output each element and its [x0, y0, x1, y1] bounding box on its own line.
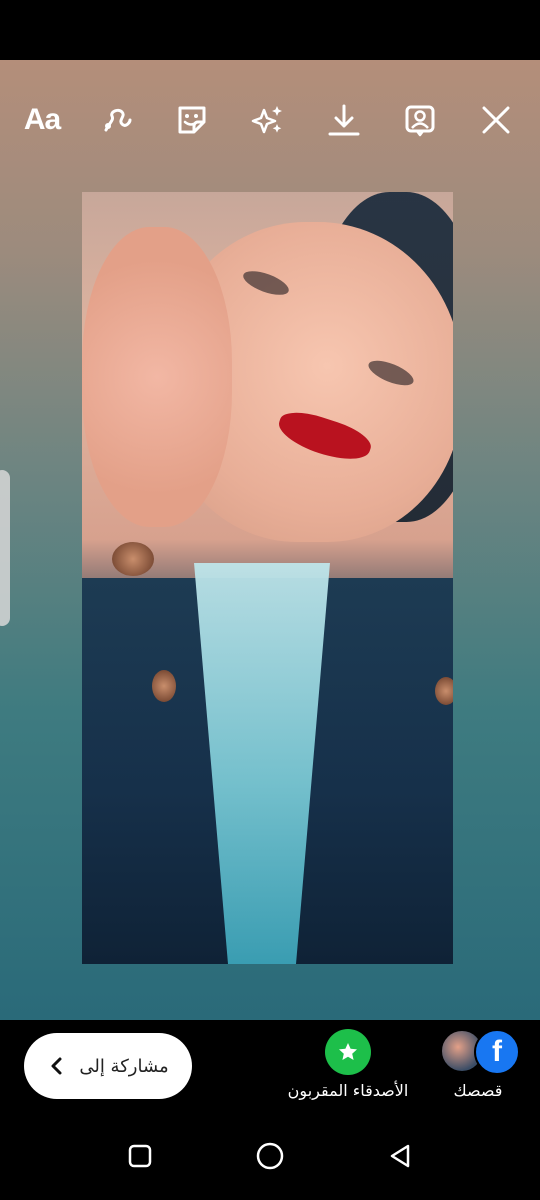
square-icon [128, 1144, 152, 1168]
sticker-button[interactable] [172, 100, 212, 140]
system-navigation-bar [0, 1110, 540, 1200]
effects-button[interactable] [248, 100, 288, 140]
your-story-option[interactable]: f قصصك [418, 1029, 538, 1100]
sticker-icon [178, 106, 206, 134]
home-button[interactable] [246, 1132, 294, 1180]
story-editor-canvas: Aa [0, 60, 540, 1020]
share-bar: مشاركة إلى الأصدقاء المقربون f قصصك [0, 1020, 540, 1110]
close-friends-label: الأصدقاء المقربون [287, 1081, 409, 1100]
editor-toolbar: Aa [0, 100, 540, 140]
download-button[interactable] [324, 100, 364, 140]
side-panel-handle[interactable] [0, 470, 10, 626]
close-button[interactable] [476, 100, 516, 140]
share-to-button[interactable]: مشاركة إلى [24, 1033, 192, 1099]
download-icon [328, 104, 360, 136]
tag-person-button[interactable] [400, 100, 440, 140]
story-photo[interactable] [82, 192, 453, 964]
star-icon [325, 1029, 371, 1075]
photo-jacket-button [112, 542, 154, 576]
photo-jacket-button [152, 670, 176, 702]
triangle-back-icon [390, 1144, 410, 1168]
draw-button[interactable] [98, 100, 138, 140]
text-tool-button[interactable]: Aa [22, 100, 62, 140]
text-tool-label: Aa [23, 103, 61, 136]
photo-jacket-button [435, 677, 453, 705]
share-to-label: مشاركة إلى [79, 1055, 169, 1077]
your-story-label: قصصك [453, 1081, 503, 1100]
tag-person-icon [405, 105, 435, 137]
close-icon [482, 106, 510, 134]
draw-icon [104, 108, 132, 132]
close-friends-option[interactable]: الأصدقاء المقربون [278, 1029, 418, 1100]
circle-icon [256, 1142, 284, 1170]
back-button[interactable] [376, 1132, 424, 1180]
chevron-left-icon [51, 1057, 62, 1075]
effects-icon [251, 106, 282, 134]
photo-hand [82, 227, 232, 527]
story-avatars: f [440, 1029, 520, 1075]
recent-apps-button[interactable] [116, 1132, 164, 1180]
facebook-icon: f [474, 1029, 520, 1075]
